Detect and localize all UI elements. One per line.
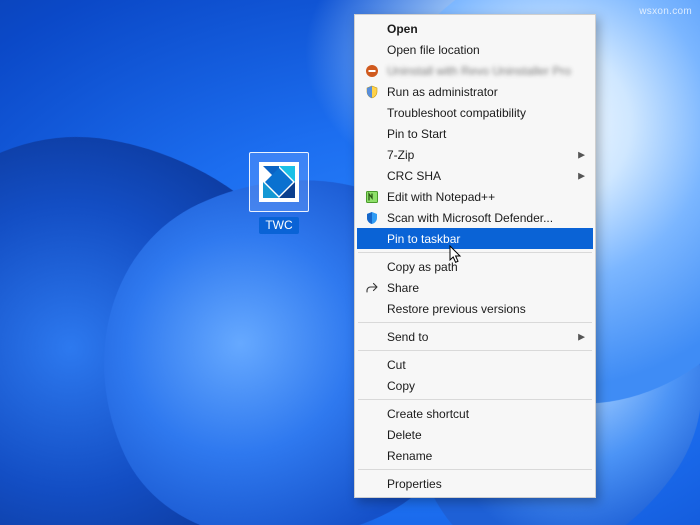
menu-item-run-as-admin[interactable]: Run as administrator — [357, 81, 593, 102]
menu-item-uninstall-blurred[interactable]: Uninstall with Revo Uninstaller Pro — [357, 60, 593, 81]
share-icon — [364, 280, 380, 296]
menu-item-send-to[interactable]: Send to▶ — [357, 326, 593, 347]
twc-logo-icon — [259, 162, 299, 202]
menu-separator — [358, 399, 592, 400]
uninstaller-icon — [364, 63, 380, 79]
menu-item-copy[interactable]: Copy — [357, 375, 593, 396]
menu-item-scan-defender[interactable]: Scan with Microsoft Defender... — [357, 207, 593, 228]
menu-item-edit-notepadpp[interactable]: Edit with Notepad++ — [357, 186, 593, 207]
menu-item-delete[interactable]: Delete — [357, 424, 593, 445]
menu-item-copy-as-path[interactable]: Copy as path — [357, 256, 593, 277]
menu-item-open[interactable]: Open — [357, 18, 593, 39]
submenu-arrow-icon: ▶ — [578, 170, 585, 181]
menu-item-troubleshoot[interactable]: Troubleshoot compatibility — [357, 102, 593, 123]
menu-separator — [358, 252, 592, 253]
menu-item-properties[interactable]: Properties — [357, 473, 593, 494]
context-menu: Open Open file location Uninstall with R… — [354, 14, 596, 498]
menu-separator — [358, 322, 592, 323]
desktop-wallpaper[interactable]: wsxon.com TWC TheWindowsClub Open Open f… — [0, 0, 700, 525]
submenu-arrow-icon: ▶ — [578, 331, 585, 342]
defender-shield-icon — [364, 210, 380, 226]
shortcut-icon-selection — [249, 152, 309, 212]
menu-item-7zip[interactable]: 7-Zip▶ — [357, 144, 593, 165]
menu-item-pin-to-taskbar[interactable]: Pin to taskbar — [357, 228, 593, 249]
menu-item-pin-to-start[interactable]: Pin to Start — [357, 123, 593, 144]
menu-item-crc-sha[interactable]: CRC SHA▶ — [357, 165, 593, 186]
menu-item-open-file-location[interactable]: Open file location — [357, 39, 593, 60]
menu-separator — [358, 350, 592, 351]
desktop-shortcut-twc[interactable]: TWC — [244, 152, 314, 234]
shield-admin-icon — [364, 84, 380, 100]
menu-separator — [358, 469, 592, 470]
menu-item-create-shortcut[interactable]: Create shortcut — [357, 403, 593, 424]
menu-item-restore-versions[interactable]: Restore previous versions — [357, 298, 593, 319]
submenu-arrow-icon: ▶ — [578, 149, 585, 160]
menu-item-share[interactable]: Share — [357, 277, 593, 298]
menu-item-cut[interactable]: Cut — [357, 354, 593, 375]
watermark-site: wsxon.com — [639, 6, 692, 17]
menu-item-rename[interactable]: Rename — [357, 445, 593, 466]
notepadpp-icon — [364, 189, 380, 205]
shortcut-label: TWC — [259, 217, 298, 234]
